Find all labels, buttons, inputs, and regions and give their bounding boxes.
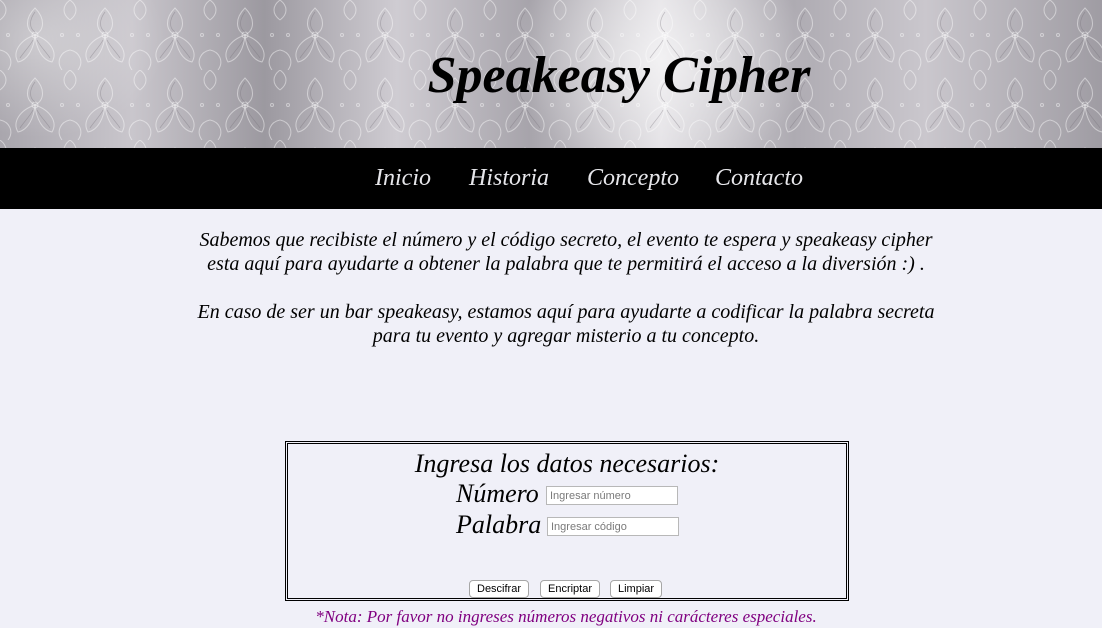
- form-title: Ingresa los datos necesarios:: [414, 449, 720, 478]
- nav-item-concepto[interactable]: Concepto: [587, 163, 679, 193]
- number-input[interactable]: [546, 486, 678, 505]
- intro-paragraph-2: En caso de ser un bar speakeasy, estamos…: [197, 301, 935, 347]
- main-nav: Inicio Historia Concepto Contacto: [0, 148, 1102, 209]
- warning-note: *Nota: Por favor no ingreses números neg…: [315, 607, 817, 626]
- nav-item-inicio[interactable]: Inicio: [375, 163, 431, 193]
- word-label: Palabra: [456, 510, 542, 539]
- site-title: Speakeasy Cipher: [427, 47, 811, 104]
- nav-item-contacto[interactable]: Contacto: [715, 163, 803, 193]
- number-label: Número: [456, 479, 539, 508]
- encrypt-button[interactable]: Encriptar: [540, 580, 601, 598]
- site-header: Speakeasy Cipher: [0, 0, 1102, 148]
- intro-paragraph-1: Sabemos que recibiste el número y el cód…: [199, 229, 933, 275]
- cipher-form: Ingresa los datos necesarios: Número Pal…: [285, 441, 849, 601]
- clear-button[interactable]: Limpiar: [610, 580, 663, 598]
- intro-text: Sabemos que recibiste el número y el cód…: [190, 228, 942, 348]
- word-input[interactable]: [547, 517, 679, 536]
- nav-item-historia[interactable]: Historia: [469, 163, 549, 193]
- decrypt-button[interactable]: Descifrar: [469, 580, 530, 598]
